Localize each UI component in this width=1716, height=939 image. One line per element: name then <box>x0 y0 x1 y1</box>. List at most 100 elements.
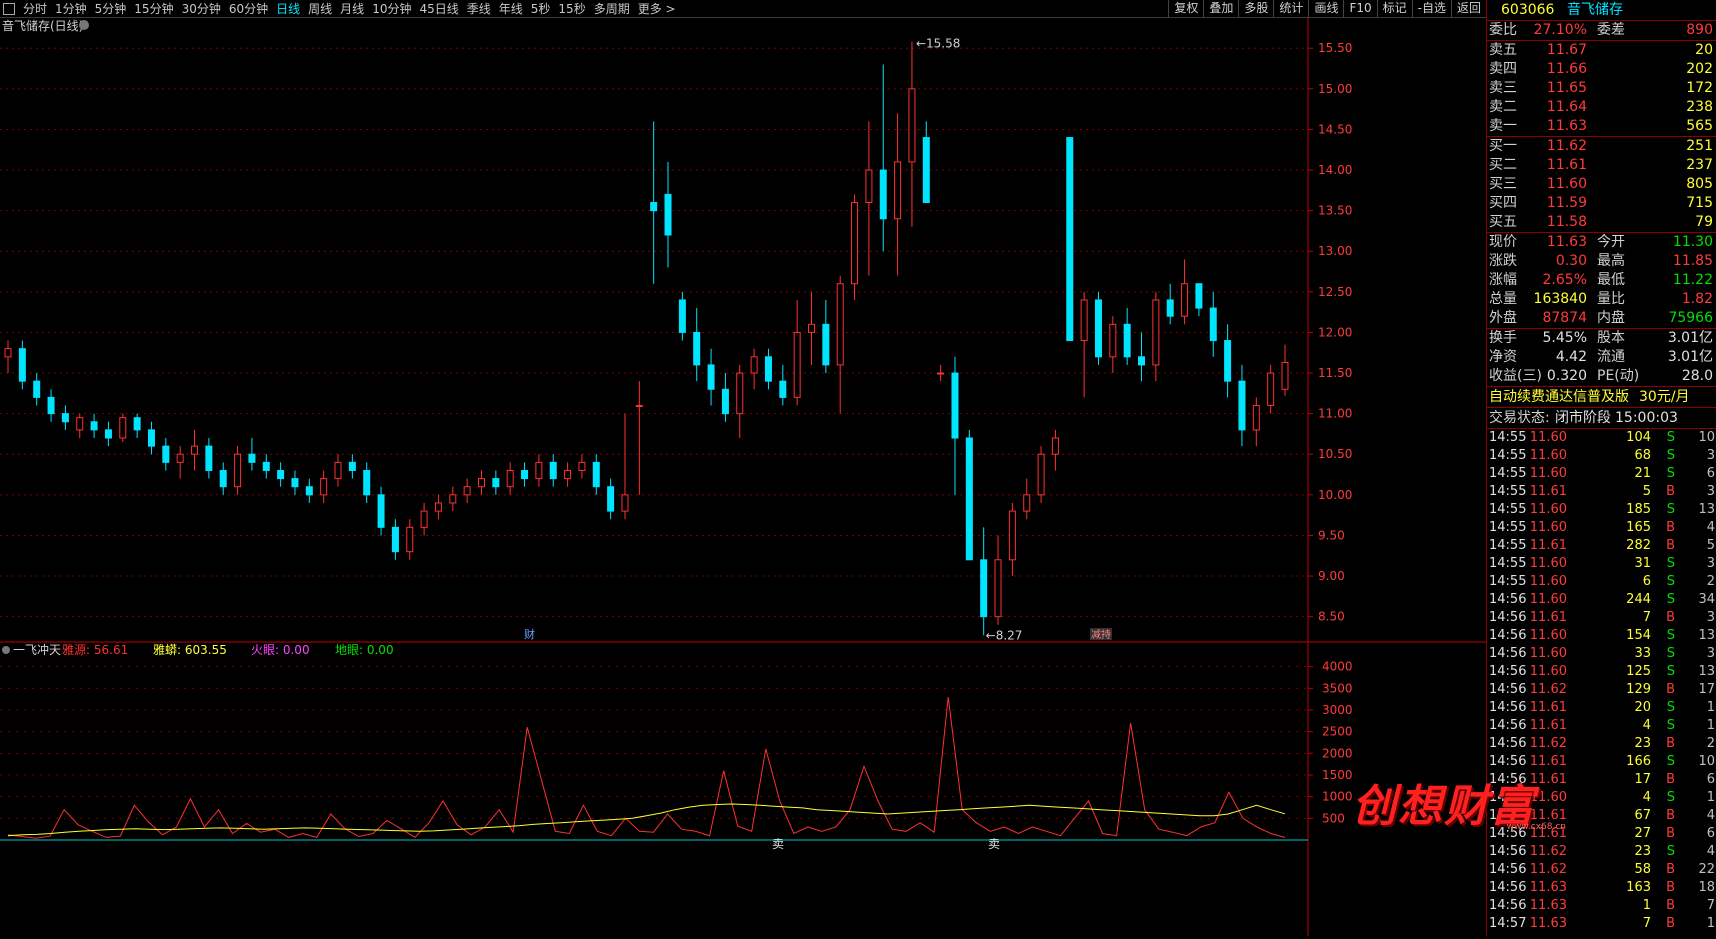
ask-row[interactable]: 卖二 11.64 238 <box>1487 98 1716 117</box>
period-tab[interactable]: 5分钟 <box>91 2 131 16</box>
toolbar-button[interactable]: 复权 <box>1168 0 1203 17</box>
tick-row[interactable]: 14:56 11.60 4 S 1 <box>1487 789 1716 807</box>
period-tab[interactable]: 月线 <box>336 2 368 16</box>
tick-row[interactable]: 14:56 11.60 33 S 3 <box>1487 645 1716 663</box>
tick-row[interactable]: 14:55 11.60 21 S 6 <box>1487 465 1716 483</box>
period-tab[interactable]: 周线 <box>304 2 336 16</box>
candle <box>1123 308 1131 365</box>
promo-text[interactable]: 自动续费通达信普及版 <box>1489 387 1629 407</box>
stat-value: 163840 <box>1533 291 1587 307</box>
tick-row[interactable]: 14:56 11.60 154 S 13 <box>1487 627 1716 645</box>
indicator-series-line <box>7 696 1286 839</box>
tick-row[interactable]: 14:56 11.62 23 S 4 <box>1487 843 1716 861</box>
promo-price[interactable]: 30元/月 <box>1639 387 1690 407</box>
ask-row[interactable]: 卖三 11.65 172 <box>1487 79 1716 98</box>
tick-row[interactable]: 14:55 11.60 185 S 13 <box>1487 501 1716 519</box>
ask-row[interactable]: 卖四 11.66 202 <box>1487 60 1716 79</box>
tick-row[interactable]: 14:55 11.60 6 S 2 <box>1487 573 1716 591</box>
bid-label: 买二 <box>1489 157 1517 173</box>
tick-volume: 5 <box>1642 484 1651 499</box>
bid-row[interactable]: 买二 11.61 237 <box>1487 156 1716 175</box>
candle <box>1252 397 1260 447</box>
period-tab[interactable]: 15秒 <box>554 2 589 16</box>
toolbar-button[interactable]: 叠加 <box>1203 0 1238 17</box>
ask-volume: 20 <box>1695 42 1713 58</box>
toolbar-button[interactable]: 多股 <box>1238 0 1273 17</box>
tick-row[interactable]: 14:56 11.61 27 B 6 <box>1487 825 1716 843</box>
ask-price: 11.65 <box>1546 80 1587 96</box>
toolbar-button[interactable]: -自选 <box>1411 0 1451 17</box>
stat-row: 总量 163840 量比 1.82 <box>1487 290 1716 309</box>
tick-row[interactable]: 14:56 11.60 125 S 13 <box>1487 663 1716 681</box>
bid-row[interactable]: 买一 11.62 251 <box>1487 137 1716 156</box>
tick-row[interactable]: 14:56 11.61 4 S 1 <box>1487 717 1716 735</box>
tick-row[interactable]: 14:56 11.63 163 B 18 <box>1487 879 1716 897</box>
period-tab[interactable]: 60分钟 <box>225 2 272 16</box>
kline-chart[interactable]: 音飞储存(日线) 15.50 15.00 14.50 14.00 13.50 13.00 12… <box>0 18 1486 936</box>
tick-price: 11.63 <box>1529 880 1567 895</box>
period-tab[interactable]: 15分钟 <box>130 2 177 16</box>
toolbar-button[interactable]: 标记 <box>1376 0 1412 17</box>
period-tab[interactable]: 30分钟 <box>178 2 225 16</box>
toolbar-button[interactable]: F10 <box>1343 0 1376 17</box>
tick-row[interactable]: 14:56 11.61 17 B 6 <box>1487 771 1716 789</box>
bid-row[interactable]: 买三 11.60 805 <box>1487 175 1716 194</box>
period-tab[interactable]: 季线 <box>463 2 495 16</box>
promo-row[interactable]: 自动续费通达信普及版 30元/月 <box>1487 386 1716 407</box>
tick-row[interactable]: 14:56 11.61 166 S 10 <box>1487 753 1716 771</box>
bid-row[interactable]: 买四 11.59 715 <box>1487 194 1716 213</box>
chart-area[interactable]: 音飞储存(日线) 15.50 15.00 14.50 14.00 13.50 13.00 12… <box>0 18 1486 936</box>
toolbar-button[interactable]: 返回 <box>1450 0 1486 17</box>
tick-row[interactable]: 14:56 11.61 67 B 4 <box>1487 807 1716 825</box>
tick-row[interactable]: 14:55 11.60 31 S 3 <box>1487 555 1716 573</box>
ask-row[interactable]: 卖一 11.63 565 <box>1487 117 1716 136</box>
stat-label: 总量 <box>1489 291 1517 307</box>
tick-row[interactable]: 14:55 11.60 165 B 4 <box>1487 519 1716 537</box>
period-tab[interactable]: 10分钟 <box>368 2 415 16</box>
tick-time: 14:55 <box>1489 466 1527 481</box>
tick-row[interactable]: 14:55 11.60 68 S 3 <box>1487 447 1716 465</box>
period-tab[interactable]: 分时 <box>19 2 51 16</box>
candle <box>119 413 127 443</box>
period-tab[interactable]: 年线 <box>495 2 527 16</box>
tick-time: 14:56 <box>1489 862 1527 877</box>
period-tab[interactable]: 1分钟 <box>51 2 91 16</box>
tick-row[interactable]: 14:56 11.60 244 S 34 <box>1487 591 1716 609</box>
tick-row[interactable]: 14:56 11.61 20 S 1 <box>1487 699 1716 717</box>
ask-row[interactable]: 卖五 11.67 20 <box>1487 41 1716 60</box>
indicator-value: 雅源: 56.61 <box>62 642 128 657</box>
tick-side: S <box>1666 844 1675 859</box>
tick-row[interactable]: 14:56 11.62 129 B 17 <box>1487 681 1716 699</box>
period-tab[interactable]: 多周期 <box>590 2 634 16</box>
candle-body <box>277 469 285 480</box>
tick-row[interactable]: 14:55 11.61 5 B 3 <box>1487 483 1716 501</box>
candle <box>836 275 844 414</box>
toolbar-button[interactable]: 画线 <box>1308 0 1343 17</box>
candle <box>980 527 988 636</box>
tick-row[interactable]: 14:55 11.60 104 S 10 <box>1487 429 1716 447</box>
tick-row[interactable]: 14:56 11.61 7 B 3 <box>1487 609 1716 627</box>
tick-row[interactable]: 14:56 11.62 23 B 2 <box>1487 735 1716 753</box>
tick-count: 17 <box>1698 682 1715 697</box>
period-tab[interactable]: 更多 > <box>634 2 680 16</box>
period-tab[interactable]: 45日线 <box>415 2 462 16</box>
tick-row[interactable]: 14:56 11.63 1 B 7 <box>1487 897 1716 915</box>
period-tab[interactable]: 日线 <box>272 2 304 16</box>
period-tab[interactable]: 5秒 <box>527 2 555 16</box>
tick-count: 10 <box>1698 754 1715 769</box>
tick-volume: 58 <box>1634 862 1651 877</box>
share-label: PE(动) <box>1597 368 1640 384</box>
candle-body <box>1238 380 1246 431</box>
candle-body <box>650 202 658 212</box>
tick-row[interactable]: 14:57 11.63 7 B 1 <box>1487 915 1716 933</box>
indicator-tick-label: 2000 <box>1322 746 1353 760</box>
tick-side: B <box>1666 736 1675 751</box>
tick-list[interactable]: 14:55 11.60 104 S 10 14:55 11.60 68 S 3 14:55 11.60… <box>1487 428 1716 933</box>
stat-label: 量比 <box>1597 291 1625 307</box>
bid-row[interactable]: 买五 11.58 79 <box>1487 213 1716 232</box>
menu-square-icon[interactable] <box>3 2 15 15</box>
tick-row[interactable]: 14:55 11.61 282 B 5 <box>1487 537 1716 555</box>
tick-row[interactable]: 14:56 11.62 58 B 22 <box>1487 861 1716 879</box>
toolbar-button[interactable]: 统计 <box>1273 0 1308 17</box>
tick-count: 1 <box>1706 718 1715 733</box>
